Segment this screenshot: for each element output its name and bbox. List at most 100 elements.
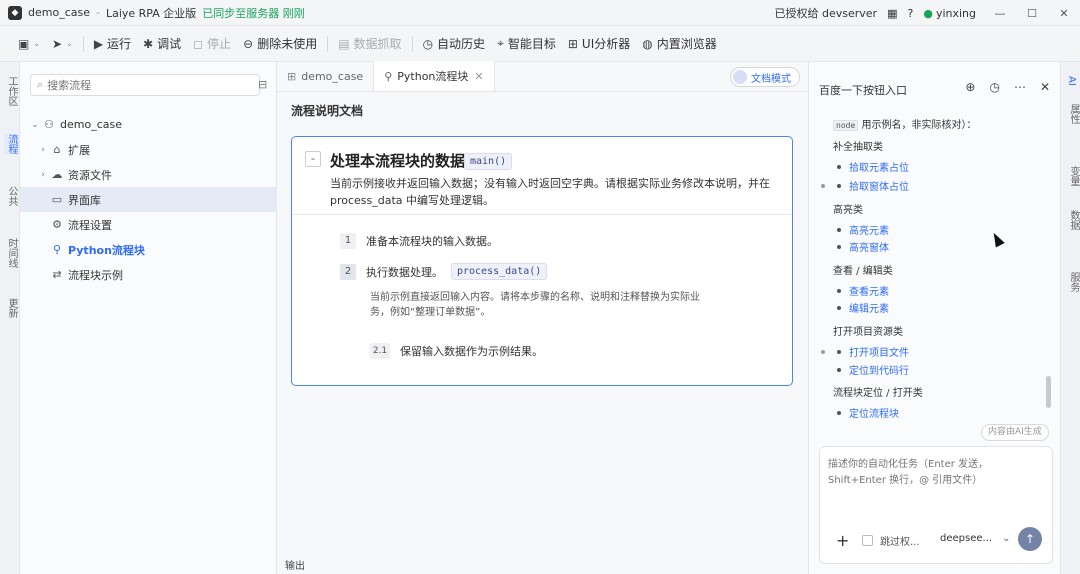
titlebar-right: 已授权给 devserver ▦ ? ● yinxing — ☐ ✕ <box>765 0 1080 26</box>
bug-icon: ✱ <box>143 36 154 51</box>
ai-message: node 用示例名，非实际核对）： 补全抽取类 拾取元素占位 拾取窗体占位 高亮… <box>819 114 1047 420</box>
maximize-button[interactable]: ☐ <box>1016 0 1048 26</box>
send-button[interactable]: ↑ <box>1018 527 1042 551</box>
intro-text: 用示例名，非实际核对）： <box>861 120 977 131</box>
grid-icon[interactable]: ▦ <box>887 7 897 20</box>
link-item[interactable]: 打开项目文件 <box>849 344 909 359</box>
tab-python-block[interactable]: ⚲ Python流程块 ✕ <box>374 61 495 91</box>
inline-code: node <box>833 120 859 131</box>
new-chat-icon[interactable]: ⊕ <box>965 80 975 94</box>
chat-input[interactable] <box>828 457 1044 497</box>
tree-node-label: 界面库 <box>68 193 101 207</box>
auto-history-label: 自动历史 <box>437 37 486 51</box>
search-input[interactable] <box>47 78 238 92</box>
link-item[interactable]: 查看元素 <box>849 283 889 298</box>
main-toolbar: ▣ ⌄ ➤ ⌄ ▶ 运行 ✱ 调试 ◻ 停止 ⊖ 删除未使用 ▤ 数据抓取 ◷ 自动历史 ⌖ 智能… <box>0 26 1080 62</box>
tab-label: demo_case <box>301 69 364 83</box>
settings-icon: ⚙ <box>52 218 62 231</box>
link-item[interactable]: 编辑元素 <box>849 300 889 315</box>
flow-block-icon: ⇄ <box>52 268 62 281</box>
search-box[interactable]: ⌕ <box>30 74 260 96</box>
tree-node-root[interactable]: ⌄ ⚇ demo_case <box>20 112 277 137</box>
tree-node-python-block[interactable]: ⚲ Python流程块 <box>20 237 277 262</box>
browser-button[interactable]: ◍ 内置浏览器 <box>636 31 723 57</box>
tree-node-expand[interactable]: › ⌂ 扩展 <box>20 137 277 162</box>
toolbar-divider <box>411 35 413 52</box>
rail-item-ai[interactable]: AI <box>1066 76 1077 86</box>
add-icon[interactable]: + <box>836 531 849 550</box>
link-item[interactable]: 定位到代码行 <box>849 362 909 377</box>
user-name[interactable]: yinxing <box>936 7 976 20</box>
scrollbar[interactable] <box>1046 376 1051 408</box>
rail-item-workspace[interactable]: 工作区 <box>4 76 19 106</box>
link-item[interactable]: 高亮元素 <box>849 222 889 237</box>
tree-node-block-example[interactable]: ⇄ 流程块示例 <box>20 262 277 287</box>
rail-item-service[interactable]: 服务 <box>1066 272 1080 292</box>
chevron-right-icon[interactable]: › <box>36 170 50 180</box>
link-item[interactable]: 拾取元素占位 <box>849 159 909 174</box>
data-capture-button[interactable]: ▤ 数据抓取 <box>332 31 407 57</box>
save-button[interactable]: ▣ ⌄ <box>12 31 46 57</box>
extension-icon: ⌂ <box>53 143 61 156</box>
rail-item-update[interactable]: 更新 <box>4 298 19 318</box>
tree-node-flow-settings[interactable]: ⚙ 流程设置 <box>20 212 277 237</box>
tab-label: Python流程块 <box>397 70 469 83</box>
close-icon[interactable]: ✕ <box>474 70 483 83</box>
tree-node-label: 流程块示例 <box>68 268 123 282</box>
close-icon[interactable]: ✕ <box>1040 80 1050 94</box>
tree-node-resources[interactable]: › ☁ 资源文件 <box>20 162 277 187</box>
stop-button[interactable]: ◻ 停止 <box>187 31 237 57</box>
target-icon: ⌖ <box>497 36 504 50</box>
step-note: 当前示例直接返回输入内容。请将本步骤的名称、说明和注释替换为实际业务，例如“整理… <box>370 292 700 318</box>
step-item: 2 执行数据处理。 process_data() <box>340 263 548 280</box>
doc-mode-toggle[interactable]: 文档模式 <box>730 67 800 87</box>
tab-demo-case[interactable]: ⊞ demo_case <box>277 61 375 91</box>
run-label: 运行 <box>107 37 132 51</box>
link-item[interactable]: 拾取窗体占位 <box>849 178 909 193</box>
rail-item-properties[interactable]: 属性 <box>1066 104 1080 124</box>
collapse-icon[interactable]: ⊟ <box>258 78 267 91</box>
more-icon[interactable]: ⋯ <box>1014 80 1026 94</box>
rail-item-flow[interactable]: 流程 <box>4 134 19 154</box>
auto-history-button[interactable]: ◷ 自动历史 <box>417 31 492 57</box>
bullet <box>837 245 841 249</box>
bullet <box>837 350 841 354</box>
close-window-button[interactable]: ✕ <box>1048 0 1080 26</box>
save-icon: ▣ <box>18 36 30 51</box>
history-icon[interactable]: ◷ <box>989 80 999 94</box>
rail-item-data[interactable]: 数据 <box>1066 210 1080 230</box>
ui-analyzer-button[interactable]: ⊞ UI分析器 <box>562 31 636 57</box>
ai-panel-title: 百度一下按钮入口 <box>819 84 907 97</box>
editor-area: ⊞ demo_case ⚲ Python流程块 ✕ 文档模式 流程说明文档 - 处理本… <box>277 61 808 574</box>
search-icon: ⌕ <box>37 78 44 91</box>
link-item[interactable]: 高亮窗体 <box>849 239 889 254</box>
output-panel-label[interactable]: 输出 <box>285 557 305 572</box>
flow-sidebar: ⌕ ⊟ ⌄ ⚇ demo_case › ⌂ 扩展 › ☁ 资源文件 ▭ 界面库 … <box>20 62 277 574</box>
remove-unused-label: 删除未使用 <box>257 37 318 51</box>
project-name: demo_case <box>28 6 90 19</box>
chevron-down-icon: ⌄ <box>66 39 73 48</box>
right-rail: AI 属性 变量 数据 服务 <box>1060 62 1080 574</box>
debug-button[interactable]: ✱ 调试 <box>137 31 187 57</box>
collapse-button[interactable]: - <box>305 151 321 167</box>
chevron-down-icon[interactable]: ⌄ <box>28 120 42 130</box>
skip-permission-checkbox[interactable] <box>862 535 873 546</box>
rail-item-common[interactable]: 公共 <box>4 186 19 206</box>
rail-item-variables[interactable]: 变量 <box>1066 166 1080 186</box>
step-number: 1 <box>340 233 356 249</box>
model-select[interactable]: deepsee... ⌄ <box>940 533 1010 544</box>
link-item[interactable]: 定位流程块 <box>849 405 899 420</box>
stop-icon: ◻ <box>193 36 204 51</box>
publish-button[interactable]: ➤ ⌄ <box>46 31 79 57</box>
tree-node-label: 流程设置 <box>68 218 112 232</box>
smart-target-button[interactable]: ⌖ 智能目标 <box>491 31 562 57</box>
remove-unused-button[interactable]: ⊖ 删除未使用 <box>237 31 323 57</box>
help-icon[interactable]: ? <box>907 7 913 20</box>
run-button[interactable]: ▶ 运行 <box>88 31 137 57</box>
chevron-right-icon[interactable]: › <box>36 145 50 155</box>
rail-item-timeline[interactable]: 时间线 <box>4 238 19 268</box>
step-text: 执行数据处理。 <box>366 265 443 279</box>
minimize-button[interactable]: — <box>984 0 1016 26</box>
chat-input-box: + 跳过权... deepsee... ⌄ ↑ <box>819 446 1053 564</box>
tree-node-ui-library[interactable]: ▭ 界面库 <box>20 187 277 212</box>
